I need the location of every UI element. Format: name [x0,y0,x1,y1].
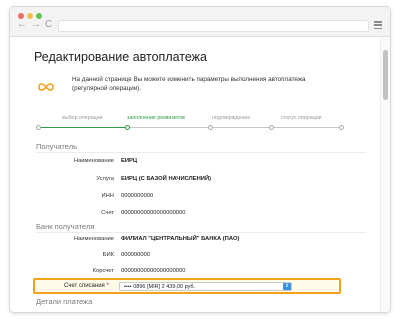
address-bar[interactable] [58,20,369,32]
page-content: Редактирование автоплатежа На данной стр… [10,38,382,312]
step-label-1: выбор операции [62,115,103,121]
account-label: Счет [101,210,114,216]
step-label-4: статус операции [281,115,322,121]
scrollbar[interactable] [380,38,390,312]
service-label: Услуга [96,176,114,182]
browser-titlebar: ← → C [10,7,390,37]
section-title-recipient: Получатель [36,142,77,151]
forward-arrow-icon[interactable]: → [31,20,41,30]
step-line-done [38,127,128,128]
debit-account-label-text: Счет списания [64,283,105,289]
recipient-name-label: Наименование [73,158,114,164]
required-mark: * [106,283,109,289]
page-title: Редактирование автоплатежа [34,50,207,64]
reload-icon[interactable]: C [45,20,52,30]
inn-label: ИНН [101,193,114,199]
service-value: ЕИРЦ (С БАЗОЙ НАЧИСЛЕНИЙ) [121,176,212,182]
bank-name-value: ФИЛИАЛ "ЦЕНТРАЛЬНЫЙ" БАНКА (ПАО) [121,236,240,242]
debit-account-highlight: Счет списания * •••• 0896 [MIR] 2 439,00… [33,278,341,294]
step-label-3: подтверждение [212,115,251,121]
recipient-name-value: ЕИРЦ [121,158,138,164]
step-dot-1 [36,125,41,130]
step-dot-3 [208,125,213,130]
debit-account-select[interactable]: •••• 0896 [MIR] 2 439,00 руб. ⇕ [119,282,292,291]
progress-stepper: выбор операции заполнение реквизитов под… [36,115,344,135]
select-arrows-icon[interactable]: ⇕ [283,283,291,290]
corr-account-value: 00000000000000000000 [121,268,186,274]
step-dot-4 [269,125,274,130]
step-dot-5 [339,125,344,130]
bik-label: БИК [102,252,114,258]
hamburger-menu-icon[interactable] [374,21,382,30]
bik-value: 000000000 [121,252,151,258]
step-label-2: заполнение реквизитов [127,115,185,121]
account-value: 00000000000000000000 [121,210,186,216]
infinity-icon [38,83,54,91]
scrollbar-thumb[interactable] [383,50,388,100]
browser-window: ← → C Редактирование автоплатежа На данн… [9,6,391,313]
info-text: На данной странице Вы можете изменить па… [72,76,306,92]
step-line-todo [128,127,342,128]
bank-name-label: Наименование [73,236,114,242]
section-title-details: Детали платежа [36,297,93,306]
inn-value: 0000000000 [121,193,154,199]
step-dot-2 [125,125,130,130]
divider [36,152,366,153]
debit-account-select-value: •••• 0896 [MIR] 2 439,00 руб. [124,284,196,290]
corr-account-label: Корсчет [92,268,114,274]
divider [36,232,366,233]
debit-account-label: Счет списания * [64,283,109,289]
section-title-bank: Банк получателя [36,222,95,231]
back-arrow-icon[interactable]: ← [17,20,27,30]
